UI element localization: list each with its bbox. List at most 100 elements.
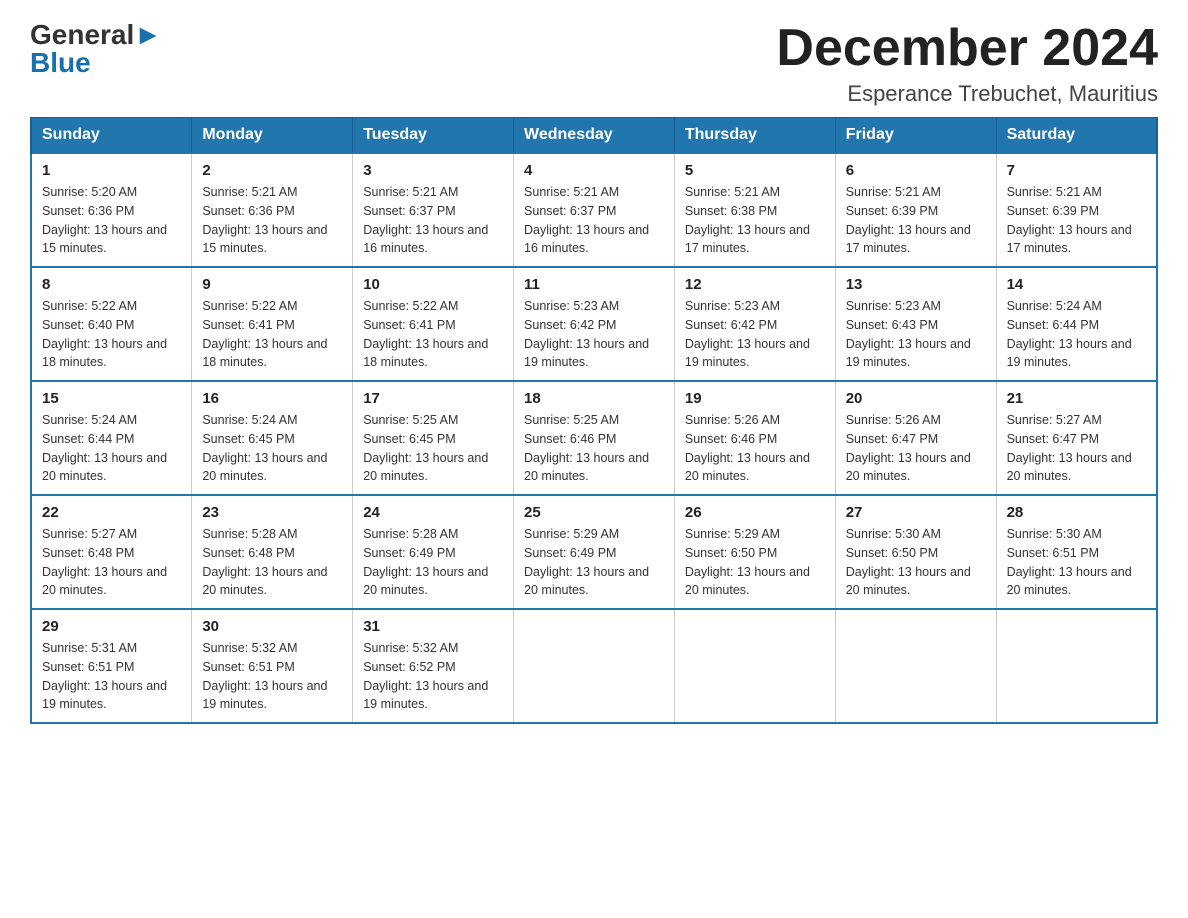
day-info: Sunrise: 5:28 AM Sunset: 6:49 PM Dayligh… <box>363 525 503 600</box>
table-row: 29Sunrise: 5:31 AM Sunset: 6:51 PM Dayli… <box>31 609 192 723</box>
col-header-sunday: Sunday <box>31 118 192 154</box>
table-row: 6Sunrise: 5:21 AM Sunset: 6:39 PM Daylig… <box>835 153 996 267</box>
day-number: 20 <box>846 390 986 407</box>
table-row: 18Sunrise: 5:25 AM Sunset: 6:46 PM Dayli… <box>514 381 675 495</box>
table-row: 1 Sunrise: 5:20 AM Sunset: 6:36 PM Daylig… <box>31 153 192 267</box>
day-number: 7 <box>1007 162 1146 179</box>
day-info: Sunrise: 5:30 AM Sunset: 6:50 PM Dayligh… <box>846 525 986 600</box>
day-info: Sunrise: 5:22 AM Sunset: 6:40 PM Dayligh… <box>42 297 181 372</box>
day-number: 21 <box>1007 390 1146 407</box>
day-number: 23 <box>202 504 342 521</box>
day-number: 19 <box>685 390 825 407</box>
day-info: Sunrise: 5:31 AM Sunset: 6:51 PM Dayligh… <box>42 639 181 714</box>
day-number: 3 <box>363 162 503 179</box>
col-header-wednesday: Wednesday <box>514 118 675 154</box>
col-header-saturday: Saturday <box>996 118 1157 154</box>
day-info: Sunrise: 5:27 AM Sunset: 6:47 PM Dayligh… <box>1007 411 1146 486</box>
day-number: 1 <box>42 162 181 179</box>
day-number: 25 <box>524 504 664 521</box>
table-row: 17 Sunrise: 5:25 AM Sunset: 6:45 PM Dayli… <box>353 381 514 495</box>
table-row: 7 Sunrise: 5:21 AM Sunset: 6:39 PM Daylig… <box>996 153 1157 267</box>
day-info: Sunrise: 5:21 AM Sunset: 6:38 PM Dayligh… <box>685 183 825 258</box>
table-row: 13 Sunrise: 5:23 AM Sunset: 6:43 PM Dayli… <box>835 267 996 381</box>
day-number: 22 <box>42 504 181 521</box>
day-info: Sunrise: 5:29 AM Sunset: 6:49 PM Dayligh… <box>524 525 664 600</box>
week-row-3: 15 Sunrise: 5:24 AM Sunset: 6:44 PM Dayli… <box>31 381 1157 495</box>
day-number: 12 <box>685 276 825 293</box>
col-header-thursday: Thursday <box>674 118 835 154</box>
table-row: 19 Sunrise: 5:26 AM Sunset: 6:46 PM Dayli… <box>674 381 835 495</box>
day-info: Sunrise: 5:32 AM Sunset: 6:51 PM Dayligh… <box>202 639 342 714</box>
logo-blue: Blue <box>30 47 91 79</box>
day-number: 30 <box>202 618 342 635</box>
day-info: Sunrise: 5:21 AM Sunset: 6:39 PM Dayligh… <box>846 183 986 258</box>
table-row <box>674 609 835 723</box>
day-info: Sunrise: 5:23 AM Sunset: 6:43 PM Dayligh… <box>846 297 986 372</box>
col-header-friday: Friday <box>835 118 996 154</box>
page-header: General► Blue December 2024 Esperance Tr… <box>30 20 1158 107</box>
week-row-1: 1 Sunrise: 5:20 AM Sunset: 6:36 PM Daylig… <box>31 153 1157 267</box>
table-row: 5 Sunrise: 5:21 AM Sunset: 6:38 PM Daylig… <box>674 153 835 267</box>
day-info: Sunrise: 5:21 AM Sunset: 6:39 PM Dayligh… <box>1007 183 1146 258</box>
header-row: SundayMondayTuesdayWednesdayThursdayFrid… <box>31 118 1157 154</box>
day-info: Sunrise: 5:24 AM Sunset: 6:45 PM Dayligh… <box>202 411 342 486</box>
day-info: Sunrise: 5:22 AM Sunset: 6:41 PM Dayligh… <box>202 297 342 372</box>
day-info: Sunrise: 5:27 AM Sunset: 6:48 PM Dayligh… <box>42 525 181 600</box>
table-row: 2Sunrise: 5:21 AM Sunset: 6:36 PM Daylig… <box>192 153 353 267</box>
day-info: Sunrise: 5:30 AM Sunset: 6:51 PM Dayligh… <box>1007 525 1146 600</box>
day-info: Sunrise: 5:28 AM Sunset: 6:48 PM Dayligh… <box>202 525 342 600</box>
day-number: 13 <box>846 276 986 293</box>
table-row: 22 Sunrise: 5:27 AM Sunset: 6:48 PM Dayli… <box>31 495 192 609</box>
table-row <box>996 609 1157 723</box>
day-info: Sunrise: 5:23 AM Sunset: 6:42 PM Dayligh… <box>524 297 664 372</box>
day-number: 15 <box>42 390 181 407</box>
table-row: 28 Sunrise: 5:30 AM Sunset: 6:51 PM Dayli… <box>996 495 1157 609</box>
week-row-5: 29Sunrise: 5:31 AM Sunset: 6:51 PM Dayli… <box>31 609 1157 723</box>
table-row: 16 Sunrise: 5:24 AM Sunset: 6:45 PM Dayli… <box>192 381 353 495</box>
table-row <box>514 609 675 723</box>
day-info: Sunrise: 5:21 AM Sunset: 6:37 PM Dayligh… <box>524 183 664 258</box>
day-number: 8 <box>42 276 181 293</box>
table-row: 23 Sunrise: 5:28 AM Sunset: 6:48 PM Dayli… <box>192 495 353 609</box>
logo: General► Blue <box>30 20 162 79</box>
day-number: 26 <box>685 504 825 521</box>
col-header-tuesday: Tuesday <box>353 118 514 154</box>
day-info: Sunrise: 5:26 AM Sunset: 6:46 PM Dayligh… <box>685 411 825 486</box>
day-info: Sunrise: 5:20 AM Sunset: 6:36 PM Dayligh… <box>42 183 181 258</box>
day-number: 18 <box>524 390 664 407</box>
day-info: Sunrise: 5:24 AM Sunset: 6:44 PM Dayligh… <box>42 411 181 486</box>
table-row: 31Sunrise: 5:32 AM Sunset: 6:52 PM Dayli… <box>353 609 514 723</box>
table-row: 20 Sunrise: 5:26 AM Sunset: 6:47 PM Dayli… <box>835 381 996 495</box>
day-number: 31 <box>363 618 503 635</box>
day-number: 27 <box>846 504 986 521</box>
day-info: Sunrise: 5:21 AM Sunset: 6:36 PM Dayligh… <box>202 183 342 258</box>
location: Esperance Trebuchet, Mauritius <box>776 81 1158 107</box>
day-info: Sunrise: 5:24 AM Sunset: 6:44 PM Dayligh… <box>1007 297 1146 372</box>
month-title: December 2024 <box>776 20 1158 77</box>
week-row-2: 8 Sunrise: 5:22 AM Sunset: 6:40 PM Daylig… <box>31 267 1157 381</box>
day-number: 17 <box>363 390 503 407</box>
table-row: 14 Sunrise: 5:24 AM Sunset: 6:44 PM Dayli… <box>996 267 1157 381</box>
day-number: 16 <box>202 390 342 407</box>
table-row: 30 Sunrise: 5:32 AM Sunset: 6:51 PM Dayli… <box>192 609 353 723</box>
table-row: 10Sunrise: 5:22 AM Sunset: 6:41 PM Dayli… <box>353 267 514 381</box>
col-header-monday: Monday <box>192 118 353 154</box>
table-row: 4Sunrise: 5:21 AM Sunset: 6:37 PM Daylig… <box>514 153 675 267</box>
day-info: Sunrise: 5:26 AM Sunset: 6:47 PM Dayligh… <box>846 411 986 486</box>
day-number: 24 <box>363 504 503 521</box>
table-row: 26 Sunrise: 5:29 AM Sunset: 6:50 PM Dayli… <box>674 495 835 609</box>
day-number: 11 <box>524 276 664 293</box>
table-row: 11 Sunrise: 5:23 AM Sunset: 6:42 PM Dayli… <box>514 267 675 381</box>
title-block: December 2024 Esperance Trebuchet, Mauri… <box>776 20 1158 107</box>
day-info: Sunrise: 5:21 AM Sunset: 6:37 PM Dayligh… <box>363 183 503 258</box>
day-number: 28 <box>1007 504 1146 521</box>
table-row: 15 Sunrise: 5:24 AM Sunset: 6:44 PM Dayli… <box>31 381 192 495</box>
day-info: Sunrise: 5:25 AM Sunset: 6:45 PM Dayligh… <box>363 411 503 486</box>
day-info: Sunrise: 5:22 AM Sunset: 6:41 PM Dayligh… <box>363 297 503 372</box>
table-row: 8 Sunrise: 5:22 AM Sunset: 6:40 PM Daylig… <box>31 267 192 381</box>
day-info: Sunrise: 5:29 AM Sunset: 6:50 PM Dayligh… <box>685 525 825 600</box>
day-number: 5 <box>685 162 825 179</box>
day-number: 14 <box>1007 276 1146 293</box>
table-row: 3 Sunrise: 5:21 AM Sunset: 6:37 PM Daylig… <box>353 153 514 267</box>
table-row: 21 Sunrise: 5:27 AM Sunset: 6:47 PM Dayli… <box>996 381 1157 495</box>
